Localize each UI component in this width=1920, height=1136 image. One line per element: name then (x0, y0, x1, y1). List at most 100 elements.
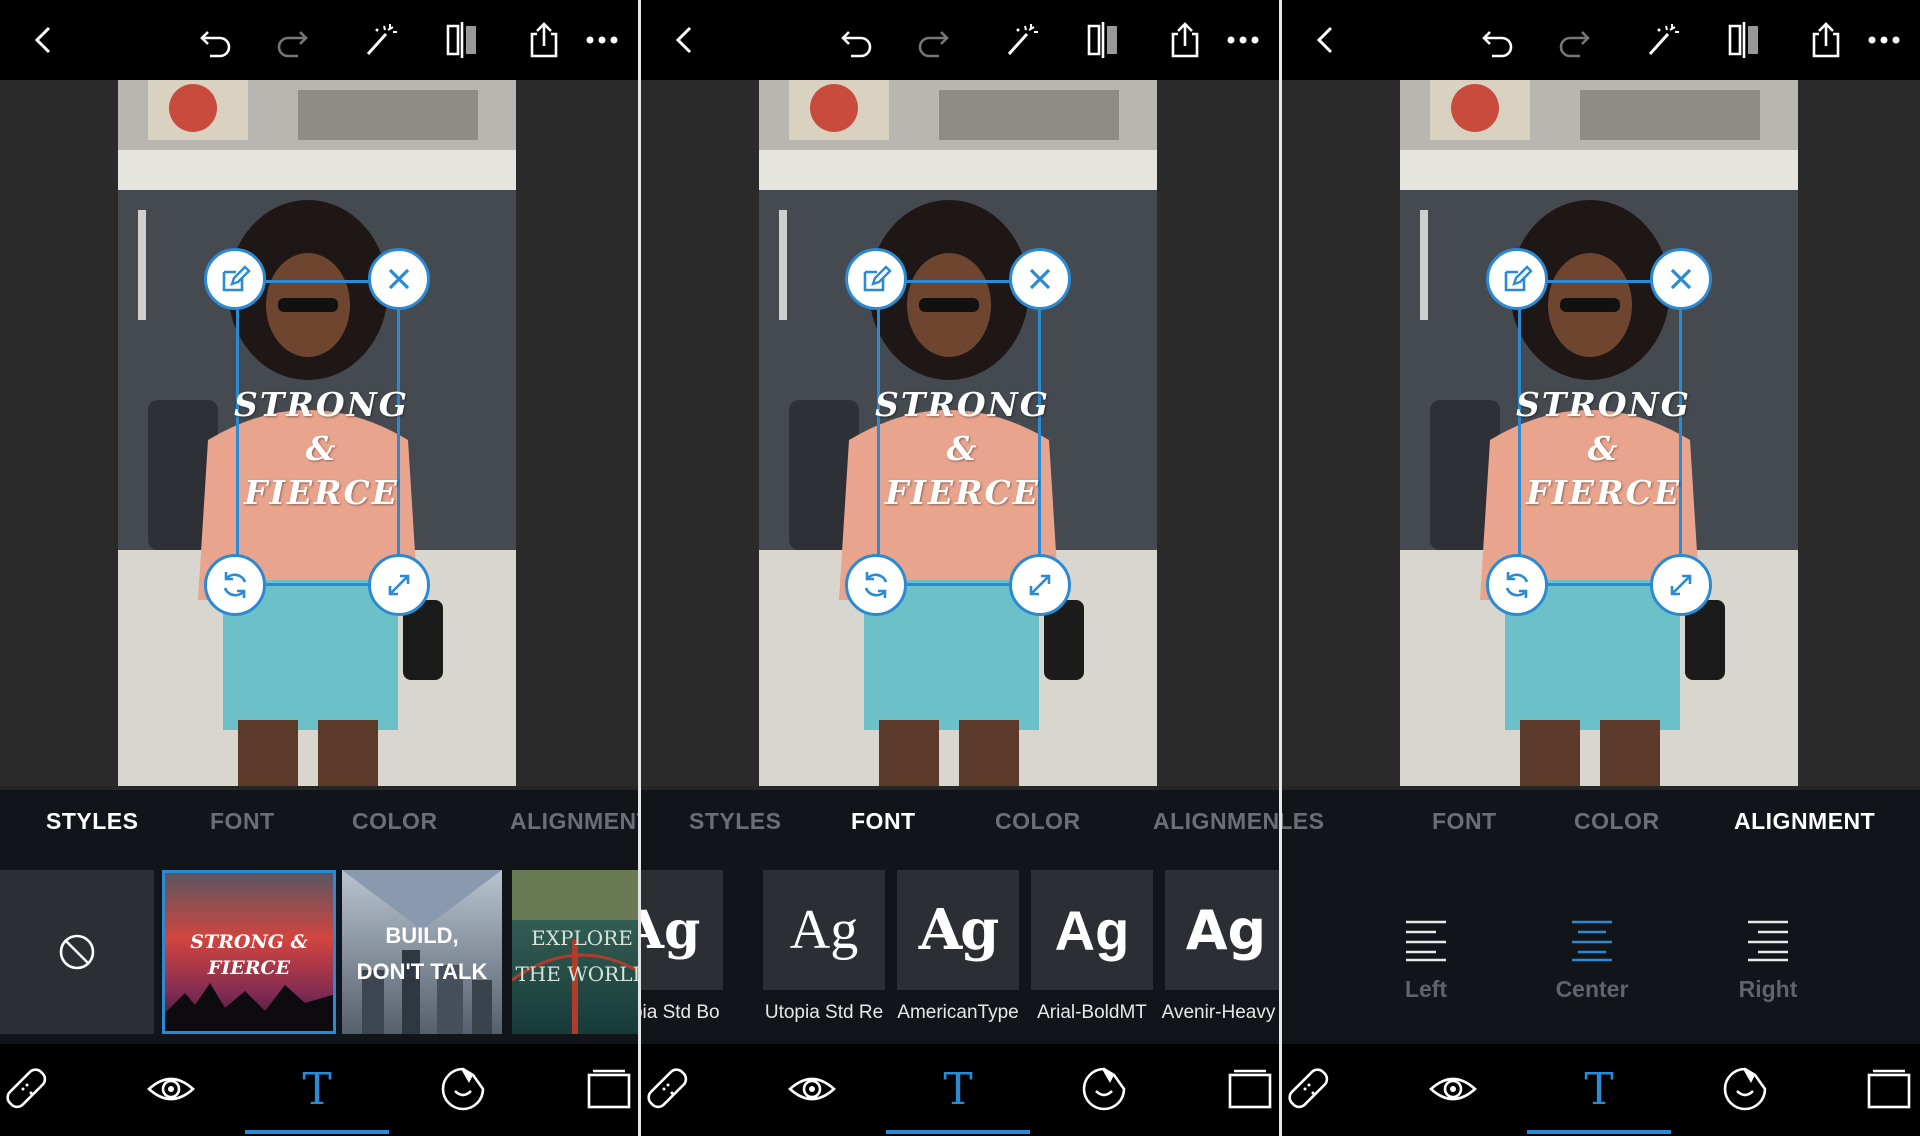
font-option-arial-bold[interactable]: Ag (1031, 870, 1153, 990)
redo-icon[interactable] (266, 14, 318, 66)
eye-icon[interactable] (785, 1062, 839, 1116)
rotate-text-handle[interactable] (1486, 554, 1548, 616)
tab-styles[interactable]: STYLES (689, 808, 781, 835)
align-label: Right (1738, 976, 1798, 1002)
style-option-strong-fierce[interactable]: STRONG & FIERCE (162, 870, 336, 1034)
eye-icon[interactable] (1426, 1062, 1480, 1116)
font-name: Utopia Std Re (764, 1002, 884, 1023)
magic-wand-icon[interactable] (354, 14, 406, 66)
style-option-explore[interactable]: EXPLORE THE WORLD (512, 870, 640, 1034)
tab-alignment[interactable]: ALIGNMENT (510, 808, 640, 835)
text-tools-tabs: STYLES FONT COLOR ALIGNMENT (1282, 790, 1920, 856)
more-icon[interactable] (1217, 14, 1269, 66)
text-overlay-box[interactable]: STRONG & FIERCE (1516, 280, 1689, 586)
overlay-text[interactable]: STRONG & FIERCE (229, 383, 414, 515)
photo-canvas[interactable]: STRONG & FIERCE (641, 80, 1281, 866)
share-icon[interactable] (1159, 14, 1211, 66)
text-overlay-box[interactable]: STRONG & FIERCE (875, 280, 1048, 586)
delete-text-handle[interactable] (1009, 248, 1071, 310)
resize-text-handle[interactable] (368, 554, 430, 616)
text-icon[interactable]: T (931, 1062, 985, 1116)
overlay-line-2: & FIERCE (885, 429, 1040, 512)
share-icon[interactable] (1800, 14, 1852, 66)
healing-icon[interactable] (0, 1062, 54, 1116)
font-option-avenir-heavy[interactable]: Ag (1165, 870, 1281, 990)
rotate-text-handle[interactable] (845, 554, 907, 616)
overlay-text[interactable]: STRONG & FIERCE (1511, 383, 1696, 515)
tab-color[interactable]: COLOR (995, 808, 1081, 835)
text-icon[interactable]: T (290, 1062, 344, 1116)
resize-text-handle[interactable] (1650, 554, 1712, 616)
font-option-utopia-regular[interactable]: Ag (763, 870, 885, 990)
align-right-option[interactable]: Right (1708, 916, 1828, 1003)
compare-icon[interactable] (436, 14, 488, 66)
rotate-text-handle[interactable] (204, 554, 266, 616)
more-icon[interactable] (576, 14, 628, 66)
resize-text-handle[interactable] (1009, 554, 1071, 616)
undo-icon[interactable] (190, 14, 242, 66)
tab-color[interactable]: COLOR (352, 808, 438, 835)
delete-text-handle[interactable] (368, 248, 430, 310)
magic-wand-icon[interactable] (995, 14, 1047, 66)
edit-text-handle[interactable] (1486, 248, 1548, 310)
tab-font[interactable]: FONT (210, 808, 275, 835)
font-option-americantype[interactable]: Ag (897, 870, 1019, 990)
frame-icon[interactable] (1223, 1062, 1277, 1116)
expand-icon (388, 574, 410, 596)
align-center-option[interactable]: Center (1532, 916, 1652, 1003)
tab-styles[interactable]: STYLES (46, 808, 138, 835)
font-sample: Ag (641, 899, 701, 961)
eye-icon[interactable] (144, 1062, 198, 1116)
top-toolbar (1282, 0, 1920, 80)
edit-icon (1504, 265, 1533, 292)
redo-icon[interactable] (907, 14, 959, 66)
edit-icon (863, 265, 892, 292)
overlay-text[interactable]: STRONG & FIERCE (870, 383, 1055, 515)
no-style-option[interactable] (0, 870, 154, 1034)
text-tools-tabs: STYLES FONT COLOR ALIGNMENT (0, 790, 640, 856)
photo-canvas[interactable]: STRONG & FIERCE (1282, 80, 1920, 866)
redo-icon[interactable] (1548, 14, 1600, 66)
style-label-line-1: STRONG & (190, 931, 308, 953)
align-left-option[interactable]: Left (1366, 916, 1486, 1003)
bottom-toolbar: T (0, 1044, 640, 1136)
frame-icon[interactable] (1862, 1062, 1916, 1116)
sticker-icon[interactable] (1077, 1062, 1131, 1116)
text-icon[interactable]: T (1572, 1062, 1626, 1116)
tab-alignment[interactable]: ALIGNMENT (1153, 808, 1281, 835)
frame-icon[interactable] (582, 1062, 636, 1116)
compare-icon[interactable] (1077, 14, 1129, 66)
healing-icon[interactable] (1282, 1062, 1336, 1116)
close-icon (1029, 268, 1051, 290)
back-icon[interactable] (1300, 14, 1352, 66)
text-overlay-box[interactable]: STRONG & FIERCE (234, 280, 407, 586)
back-icon[interactable] (18, 14, 70, 66)
editor-panel-alignment: STRONG & FIERCE STYLES FONT COLOR ALIGNM… (1282, 0, 1920, 1136)
tab-color[interactable]: COLOR (1574, 808, 1660, 835)
photo-canvas[interactable]: STRONG & FIERCE (0, 80, 640, 866)
undo-icon[interactable] (831, 14, 883, 66)
edit-icon (222, 265, 251, 292)
undo-icon[interactable] (1472, 14, 1524, 66)
rotate-icon (864, 572, 888, 598)
compare-icon[interactable] (1718, 14, 1770, 66)
tab-font[interactable]: FONT (1432, 808, 1497, 835)
healing-icon[interactable] (641, 1062, 695, 1116)
sticker-icon[interactable] (436, 1062, 490, 1116)
sticker-icon[interactable] (1718, 1062, 1772, 1116)
delete-text-handle[interactable] (1650, 248, 1712, 310)
magic-wand-icon[interactable] (1636, 14, 1688, 66)
edit-text-handle[interactable] (204, 248, 266, 310)
tab-alignment[interactable]: ALIGNMENT (1734, 808, 1875, 835)
back-icon[interactable] (659, 14, 711, 66)
top-toolbar (641, 0, 1281, 80)
style-label-line-2: THE WORLD (515, 962, 640, 986)
share-icon[interactable] (518, 14, 570, 66)
tab-font[interactable]: FONT (851, 808, 916, 835)
more-icon[interactable] (1858, 14, 1910, 66)
font-option-utopia-bold[interactable]: Ag (641, 870, 723, 990)
edit-text-handle[interactable] (845, 248, 907, 310)
style-option-build[interactable]: BUILD, DON'T TALK (342, 870, 502, 1034)
tab-styles[interactable]: STYLES (1282, 808, 1324, 835)
overlay-line-2: & FIERCE (244, 429, 399, 512)
